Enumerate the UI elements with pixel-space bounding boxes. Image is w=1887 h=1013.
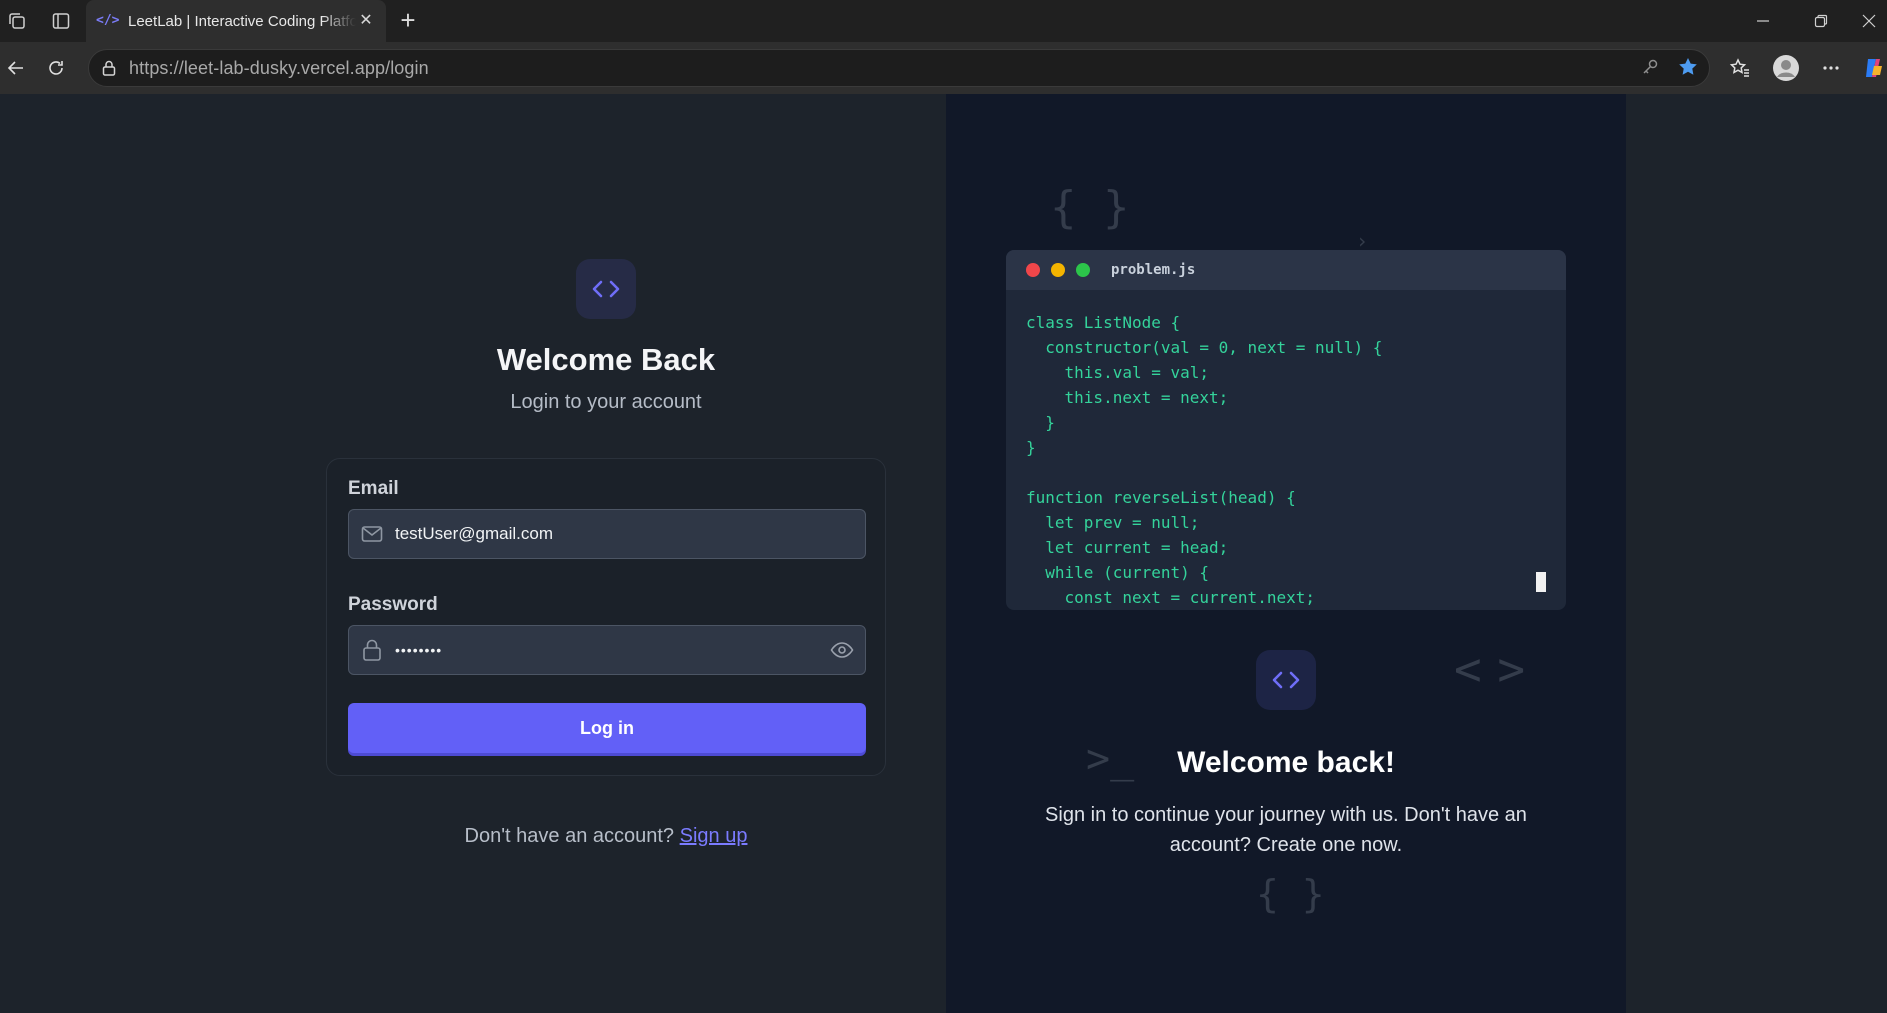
key-icon[interactable]	[1641, 58, 1659, 81]
code-snippet: class ListNode { constructor(val = 0, ne…	[1026, 313, 1383, 607]
no-account-text: Don't have an account?	[464, 825, 675, 847]
workspaces-icon[interactable]	[4, 8, 30, 34]
window-dot-yellow	[1051, 263, 1065, 277]
code-editor-preview: problem.js class ListNode { constructor(…	[1006, 250, 1566, 610]
refresh-icon[interactable]	[40, 52, 72, 84]
tab-title: LeetLab | Interactive Coding Platform	[128, 12, 356, 30]
close-window-icon[interactable]	[1850, 0, 1887, 42]
url-path: /login	[385, 57, 429, 78]
url-host: https://leet-lab-dusky.vercel.app	[129, 57, 386, 78]
site-info-icon[interactable]	[89, 59, 129, 77]
favorites-icon[interactable]	[1724, 52, 1756, 84]
window-dot-green	[1076, 263, 1090, 277]
password-label: Password	[348, 594, 438, 615]
favorite-star-icon[interactable]	[1677, 56, 1699, 83]
minimize-icon[interactable]	[1734, 0, 1792, 42]
url-text: https://leet-lab-dusky.vercel.app/login	[129, 58, 429, 79]
login-button[interactable]: Log in	[348, 703, 866, 753]
signup-prompt: Don't have an account? Sign up	[406, 825, 806, 848]
email-field[interactable]: testUser@gmail.com	[348, 509, 866, 559]
profile-avatar[interactable]	[1770, 52, 1802, 84]
window-dot-red	[1026, 263, 1040, 277]
login-panel: Welcome Back Login to your account Email…	[0, 94, 946, 1013]
vertical-tabs-icon[interactable]	[48, 8, 74, 34]
browser-tab-bar: </> LeetLab | Interactive Coding Platfor…	[0, 0, 1887, 42]
page: Welcome Back Login to your account Email…	[0, 94, 1887, 1013]
promo-logo	[1256, 650, 1316, 710]
close-tab-icon[interactable]: ✕	[356, 11, 376, 31]
browser-toolbar: https://leet-lab-dusky.vercel.app/login	[0, 42, 1887, 94]
decorative-braces-icon: { }	[1050, 182, 1130, 233]
editor-filename: problem.js	[1111, 262, 1196, 278]
promo-panel: { } › < > >_ { } problem.js class ListNo…	[946, 94, 1626, 1013]
email-label: Email	[348, 478, 399, 499]
new-tab-button[interactable]: +	[394, 6, 422, 34]
password-value[interactable]: ••••••••	[395, 642, 819, 658]
code-icon: </>	[96, 13, 120, 28]
restore-icon[interactable]	[1792, 0, 1850, 42]
lock-icon	[349, 639, 395, 661]
email-value[interactable]: testUser@gmail.com	[395, 524, 865, 544]
promo-heading: Welcome back!	[1177, 746, 1395, 779]
password-field[interactable]: ••••••••	[348, 625, 866, 675]
address-bar[interactable]: https://leet-lab-dusky.vercel.app/login	[88, 49, 1710, 87]
typing-cursor	[1536, 572, 1546, 592]
decorative-braces-bottom-icon: { }	[1256, 872, 1325, 916]
copilot-icon[interactable]	[1860, 52, 1887, 84]
promo-text: Sign in to continue your journey with us…	[1045, 804, 1527, 856]
show-password-icon[interactable]	[819, 641, 865, 659]
decorative-chevrons-icon: < >	[1454, 642, 1525, 696]
page-background-right	[1626, 94, 1887, 1013]
browser-tab[interactable]: </> LeetLab | Interactive Coding Platfor…	[86, 0, 386, 42]
signup-link[interactable]: Sign up	[680, 825, 748, 847]
more-menu-icon[interactable]	[1815, 52, 1847, 84]
code-brackets-icon	[592, 280, 620, 298]
editor-header: problem.js	[1006, 250, 1566, 290]
page-title: Welcome Back	[496, 342, 716, 377]
mail-icon	[349, 525, 395, 543]
app-logo	[576, 259, 636, 319]
page-subtitle: Login to your account	[510, 391, 702, 413]
code-brackets-icon	[1272, 671, 1300, 689]
back-icon[interactable]	[0, 52, 32, 84]
login-form: Email testUser@gmail.com Password ••••••…	[326, 458, 886, 776]
